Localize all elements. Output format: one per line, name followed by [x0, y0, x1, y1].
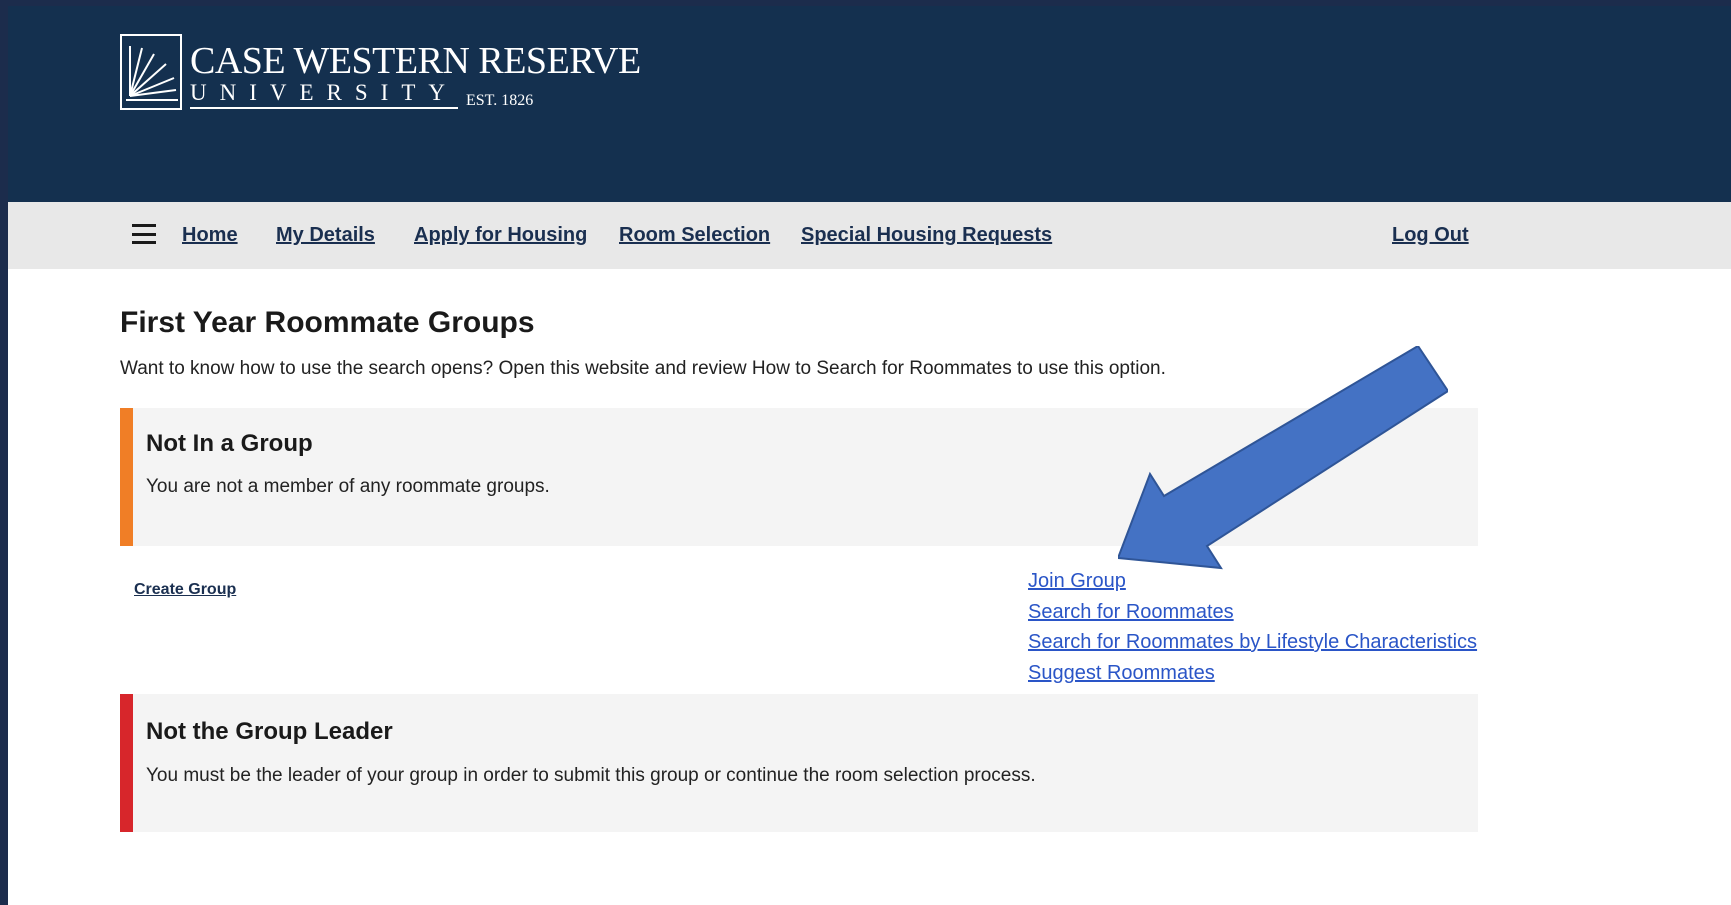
nav-home[interactable]: Home [182, 224, 238, 247]
not-group-leader-alert: Not the Group Leader You must be the lea… [120, 694, 1478, 832]
page-title: First Year Roommate Groups [120, 306, 535, 339]
logo-line2: UNIVERSITY [190, 81, 458, 109]
create-group-link[interactable]: Create Group [134, 581, 236, 599]
logout-link[interactable]: Log Out [1392, 224, 1469, 247]
group-actions-links: Join Group Search for Roommates Search f… [1028, 566, 1477, 688]
alert-title: Not In a Group [146, 430, 313, 457]
alert-text: You are not a member of any roommate gro… [146, 476, 550, 497]
app-window: CASE WESTERN RESERVE UNIVERSITY EST. 182… [8, 6, 1731, 905]
alert-text: You must be the leader of your group in … [146, 765, 1036, 786]
hamburger-icon[interactable] [132, 224, 156, 244]
search-roommates-link[interactable]: Search for Roommates [1028, 597, 1477, 628]
page-intro: Want to know how to use the search opens… [120, 358, 1166, 379]
nav-special-housing-requests[interactable]: Special Housing Requests [801, 224, 1052, 247]
suggest-roommates-link[interactable]: Suggest Roommates [1028, 658, 1477, 689]
alert-accent-bar [120, 408, 133, 546]
main-navbar: Home My Details Apply for Housing Room S… [8, 202, 1731, 269]
annotation-arrow-icon [1118, 346, 1448, 570]
nav-room-selection[interactable]: Room Selection [619, 224, 770, 247]
sunburst-logo-icon [120, 34, 182, 110]
alert-accent-bar [120, 694, 133, 832]
site-header: CASE WESTERN RESERVE UNIVERSITY EST. 182… [8, 6, 1731, 202]
logo-est: EST. 1826 [466, 92, 534, 109]
university-logo[interactable]: CASE WESTERN RESERVE UNIVERSITY EST. 182… [120, 34, 641, 110]
alert-title: Not the Group Leader [146, 718, 393, 745]
nav-my-details[interactable]: My Details [276, 224, 375, 247]
search-lifestyle-link[interactable]: Search for Roommates by Lifestyle Charac… [1028, 627, 1477, 658]
logo-line1: CASE WESTERN RESERVE [190, 40, 641, 82]
nav-apply-for-housing[interactable]: Apply for Housing [414, 224, 587, 247]
logo-wordmark: CASE WESTERN RESERVE UNIVERSITY EST. 182… [190, 34, 641, 109]
